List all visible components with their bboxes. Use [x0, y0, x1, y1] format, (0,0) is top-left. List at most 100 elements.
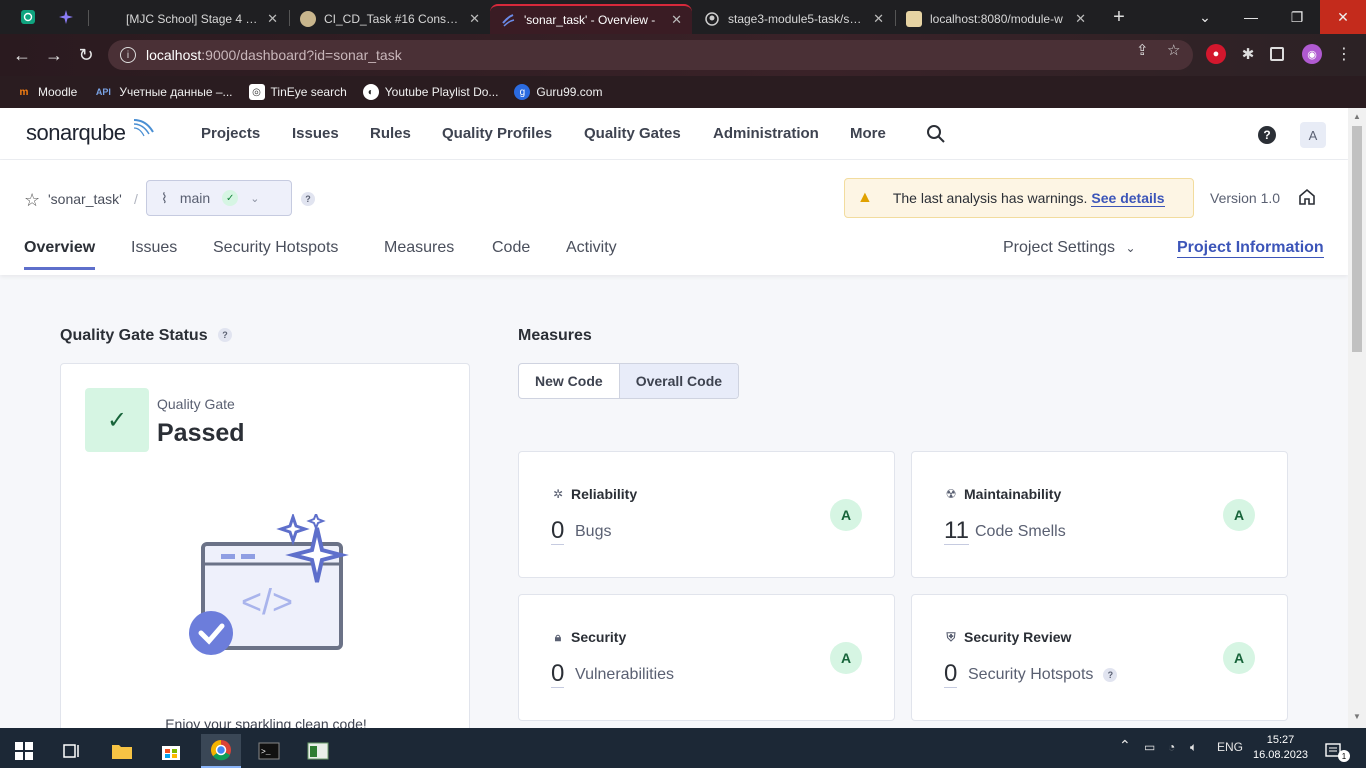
page-scrollbar[interactable]: ▲ ▼ — [1348, 108, 1366, 728]
security-hotspots-unit: Security Hotspots ? — [968, 666, 1118, 684]
see-details-link[interactable]: See details — [1091, 190, 1165, 207]
browser-tab-4[interactable]: localhost:8080/module-w ✕ — [896, 4, 1096, 34]
browser-tab-1[interactable]: CI_CD_Task #16 Console [ ✕ — [290, 4, 490, 34]
chatgpt-icon[interactable] — [17, 6, 39, 28]
close-icon[interactable]: ✕ — [873, 11, 884, 27]
chevron-up-icon[interactable]: ⌃ — [1119, 737, 1131, 754]
browser-tab-3[interactable]: stage3-module5-task/sonar ✕ — [694, 4, 894, 34]
back-button[interactable]: ← — [9, 42, 35, 68]
nav-quality-profiles[interactable]: Quality Profiles — [442, 125, 552, 142]
user-avatar[interactable]: A — [1300, 122, 1326, 148]
reload-button[interactable]: ↻ — [73, 42, 99, 68]
vulnerabilities-value[interactable]: 0 — [551, 661, 565, 688]
bookmark-credentials[interactable]: API Учетные данные –... — [93, 84, 233, 100]
favorite-star-icon[interactable]: ☆ — [24, 190, 40, 211]
sonarqube-logo[interactable]: sonarqube — [26, 119, 154, 146]
close-icon[interactable]: ✕ — [469, 11, 480, 27]
nav-quality-gates[interactable]: Quality Gates — [584, 125, 681, 142]
home-icon[interactable] — [1298, 188, 1316, 206]
new-tab-button[interactable]: + — [1106, 4, 1132, 30]
bugs-value[interactable]: 0 — [551, 518, 565, 545]
bookmark-guru99[interactable]: g Guru99.com — [514, 84, 602, 100]
share-icon[interactable]: ⇪ — [1136, 41, 1149, 59]
terminal-icon[interactable]: >_ — [249, 734, 289, 768]
security-grade[interactable]: A — [830, 642, 862, 674]
bookmark-label: Youtube Playlist Do... — [384, 85, 499, 99]
tab-measures[interactable]: Measures — [384, 239, 454, 267]
nav-projects[interactable]: Projects — [201, 125, 260, 142]
minimize-button[interactable]: — — [1228, 0, 1274, 34]
tab-overview[interactable]: Overview — [24, 239, 96, 270]
nav-issues[interactable]: Issues — [292, 125, 339, 142]
file-explorer-icon[interactable] — [102, 734, 142, 768]
close-icon[interactable]: ✕ — [267, 11, 278, 27]
scroll-up-icon[interactable]: ▲ — [1352, 112, 1362, 121]
bookmark-tineye[interactable]: ◎ TinEye search — [248, 84, 347, 100]
help-icon[interactable]: ? — [1258, 126, 1276, 144]
restore-button[interactable]: ❐ — [1274, 0, 1320, 34]
project-name[interactable]: 'sonar_task' — [48, 191, 122, 207]
tab-search-button[interactable]: ⌄ — [1182, 0, 1228, 34]
tab-title: stage3-module5-task/sonar — [728, 12, 868, 26]
puzzle-icon[interactable]: ✱ — [1238, 44, 1258, 64]
security-hotspots-help-icon[interactable]: ? — [1103, 668, 1118, 682]
extension-record-icon[interactable]: ● — [1206, 44, 1226, 64]
security-review-grade[interactable]: A — [1223, 642, 1255, 674]
windows-start-icon[interactable] — [4, 734, 44, 768]
app-window-icon[interactable] — [298, 734, 338, 768]
card-title-text: Security — [571, 629, 627, 645]
bookmark-star-icon[interactable]: ☆ — [1167, 41, 1180, 59]
new-code-button[interactable]: New Code — [519, 364, 619, 398]
windows-taskbar: >_ ⌃ ▭ ◔ 🔈︎ ENG 15:27 16.08.2023 1 — [0, 728, 1366, 768]
menu-icon[interactable]: ⋮ — [1334, 44, 1354, 64]
tab-security-hotspots[interactable]: Security Hotspots — [213, 239, 338, 267]
search-icon[interactable] — [926, 124, 946, 144]
tab-activity[interactable]: Activity — [566, 239, 617, 267]
volume-icon[interactable]: 🔈︎ — [1190, 740, 1197, 755]
browser-tab-0[interactable]: [MJC School] Stage 4 • Au ✕ — [92, 4, 288, 34]
close-window-button[interactable]: ✕ — [1320, 0, 1366, 34]
bookmark-label: Moodle — [38, 85, 78, 99]
site-info-icon[interactable]: i — [120, 47, 136, 63]
nav-more[interactable]: More — [850, 125, 886, 142]
close-icon[interactable]: ✕ — [1075, 11, 1086, 27]
tab-issues[interactable]: Issues — [131, 239, 177, 267]
scrollbar-thumb[interactable] — [1352, 126, 1362, 352]
battery-icon[interactable]: ▭ — [1144, 740, 1155, 754]
close-icon[interactable]: ✕ — [671, 12, 682, 28]
project-information-link[interactable]: Project Information — [1177, 239, 1324, 258]
tab-title: CI_CD_Task #16 Console [ — [324, 12, 464, 26]
sparkle-icon[interactable] — [55, 6, 77, 28]
wifi-icon[interactable]: ◔ — [1168, 740, 1175, 754]
project-settings-menu[interactable]: Project Settings ⌄ — [1003, 239, 1136, 257]
scroll-down-icon[interactable]: ▼ — [1352, 712, 1362, 721]
quality-gate-help-icon[interactable]: ? — [218, 328, 233, 342]
address-bar[interactable]: i localhost:9000/dashboard?id=sonar_task — [108, 40, 1193, 70]
card-title-text: Reliability — [571, 486, 638, 502]
chrome-taskbar-icon[interactable] — [201, 734, 241, 768]
profile-avatar[interactable]: ◉ — [1302, 44, 1322, 64]
card-title: ✲ Reliability — [551, 486, 637, 502]
clock-time: 15:27 — [1266, 734, 1295, 746]
nav-rules[interactable]: Rules — [370, 125, 411, 142]
overall-code-button[interactable]: Overall Code — [618, 364, 739, 398]
language-indicator[interactable]: ENG — [1217, 740, 1243, 754]
system-clock[interactable]: 15:27 16.08.2023 — [1253, 733, 1308, 763]
bookmark-youtube-playlist[interactable]: ◐ Youtube Playlist Do... — [362, 84, 499, 100]
security-hotspots-value[interactable]: 0 — [944, 661, 958, 688]
reliability-grade[interactable]: A — [830, 499, 862, 531]
browser-tab-2[interactable]: 'sonar_task' - Overview - ✕ — [490, 4, 692, 34]
task-view-icon[interactable] — [52, 734, 92, 768]
code-smells-value[interactable]: 11 — [944, 518, 969, 545]
maintainability-grade[interactable]: A — [1223, 499, 1255, 531]
side-panel-icon[interactable] — [1270, 47, 1284, 61]
bookmark-moodle[interactable]: m Moodle — [16, 84, 78, 100]
branch-selector[interactable]: ⌇ main ✓ ⌄ — [146, 180, 292, 216]
forward-button[interactable]: → — [41, 42, 67, 68]
bookmark-label: Учетные данные –... — [119, 85, 233, 99]
branch-help-icon[interactable]: ? — [301, 192, 315, 206]
store-icon[interactable] — [151, 734, 191, 768]
nav-administration[interactable]: Administration — [713, 125, 819, 142]
notifications-icon[interactable]: 1 — [1314, 734, 1354, 768]
tab-code[interactable]: Code — [492, 239, 530, 267]
